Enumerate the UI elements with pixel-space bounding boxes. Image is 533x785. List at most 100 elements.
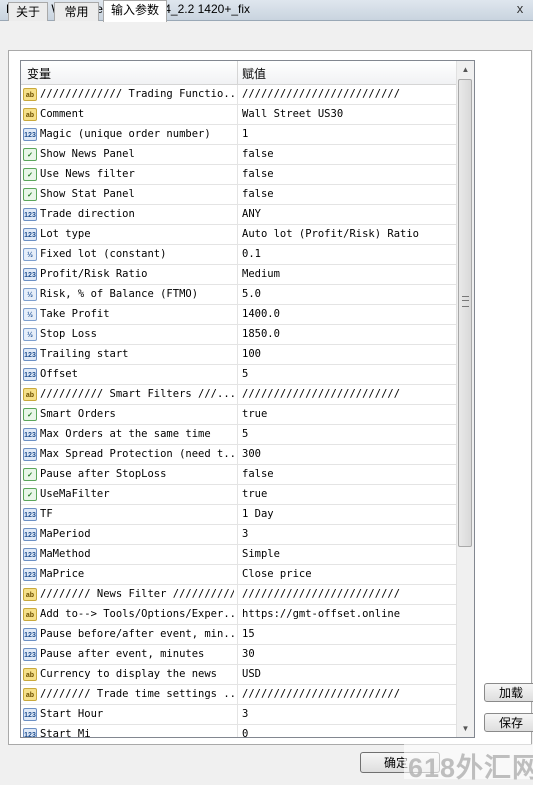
parameter-name: Lot type [40,228,91,240]
parameter-row[interactable]: 123 Max Orders at the same time 5 [21,425,457,445]
tab-inputs[interactable]: 输入参数 [103,0,167,22]
load-button[interactable]: 加载 [484,683,533,702]
parameter-value[interactable]: 5 [242,368,454,380]
scroll-thumb[interactable] [458,79,472,547]
cell-divider [237,345,238,365]
parameter-value[interactable]: Simple [242,548,454,560]
parameter-value[interactable]: Auto lot (Profit/Risk) Ratio [242,228,454,240]
parameter-value[interactable]: 1850.0 [242,328,454,340]
parameter-value[interactable]: 30 [242,648,454,660]
parameter-value[interactable]: true [242,408,454,420]
parameter-value[interactable]: ///////////////////////// [242,688,454,700]
column-header-value[interactable]: 赋值 [242,65,266,82]
parameter-row[interactable]: 123 Start Hour 3 [21,705,457,725]
string-type-icon: ab [23,108,37,121]
parameter-value[interactable]: 1 Day [242,508,454,520]
parameter-value[interactable]: 3 [242,708,454,720]
parameter-row[interactable]: 123 MaPeriod 3 [21,525,457,545]
parameter-value[interactable]: 1400.0 [242,308,454,320]
parameter-value[interactable]: false [242,168,454,180]
parameter-value[interactable]: 1 [242,128,454,140]
parameter-row[interactable]: ✓ Use News filter false [21,165,457,185]
parameter-value[interactable]: 100 [242,348,454,360]
parameter-name: Show Stat Panel [40,188,135,200]
parameter-row[interactable]: 123 Trailing start 100 [21,345,457,365]
parameter-name: Comment [40,108,85,120]
cell-divider [237,545,238,565]
parameter-value[interactable]: false [242,188,454,200]
parameter-value[interactable]: ANY [242,208,454,220]
cell-divider [237,565,238,585]
parameter-row[interactable]: 123 Lot type Auto lot (Profit/Risk) Ratio [21,225,457,245]
parameter-row[interactable]: ab//////// News Filter ////////// ///////… [21,585,457,605]
parameter-row[interactable]: ✓ Show News Panel false [21,145,457,165]
save-button[interactable]: 保存 [484,713,533,732]
parameter-row[interactable]: ✓ Smart Orders true [21,405,457,425]
scroll-down-icon[interactable]: ▼ [457,720,474,737]
parameter-row[interactable]: 123 MaPrice Close price [21,565,457,585]
parameter-row[interactable]: 123 Trade direction ANY [21,205,457,225]
parameter-value[interactable]: 0 [242,728,454,737]
parameter-name: Start Hour [40,708,104,720]
parameter-value[interactable]: 5.0 [242,288,454,300]
parameter-value[interactable]: 3 [242,528,454,540]
parameter-value[interactable]: Medium [242,268,454,280]
parameter-value[interactable]: 15 [242,628,454,640]
string-type-icon: ab [23,588,37,601]
parameter-row[interactable]: ab Add to--> Tools/Options/Exper... https:… [21,605,457,625]
parameter-name: Trailing start [40,348,129,360]
parameter-name: MaPeriod [40,528,91,540]
cell-divider [237,285,238,305]
parameter-value[interactable]: https://gmt-offset.online [242,608,454,620]
parameter-row[interactable]: 123 Pause before/after event, min... 15 [21,625,457,645]
cell-divider [237,705,238,725]
cell-divider [237,145,238,165]
cell-divider [237,165,238,185]
parameter-value[interactable]: 0.1 [242,248,454,260]
parameter-row[interactable]: ab Currency to display the news USD [21,665,457,685]
parameter-row[interactable]: ½ Fixed lot (constant) 0.1 [21,245,457,265]
string-type-icon: ab [23,88,37,101]
parameter-value[interactable]: 5 [242,428,454,440]
parameter-value[interactable]: USD [242,668,454,680]
parameter-row[interactable]: ½ Stop Loss 1850.0 [21,325,457,345]
parameter-row[interactable]: ab///////////// Trading Functio... //////… [21,85,457,105]
column-header-variable[interactable]: 变量 [27,65,51,82]
parameter-row[interactable]: 123 Profit/Risk Ratio Medium [21,265,457,285]
parameter-row[interactable]: ab Comment Wall Street US30 [21,105,457,125]
parameter-value[interactable]: ///////////////////////// [242,388,454,400]
parameter-row[interactable]: 123 Offset 5 [21,365,457,385]
parameter-row[interactable]: ✓ Show Stat Panel false [21,185,457,205]
parameter-row[interactable]: ½ Risk, % of Balance (FTMO) 5.0 [21,285,457,305]
cell-divider [237,405,238,425]
parameter-value[interactable]: ///////////////////////// [242,588,454,600]
parameter-value[interactable]: false [242,468,454,480]
cell-divider [237,645,238,665]
vertical-scrollbar[interactable]: ▲ ▼ [456,61,474,737]
parameter-name: Fixed lot (constant) [40,248,167,260]
parameter-row[interactable]: ab////////// Smart Filters ///... ///////… [21,385,457,405]
parameter-row[interactable]: ½ Take Profit 1400.0 [21,305,457,325]
tab-about[interactable]: 关于 [8,2,48,21]
parameter-value[interactable]: true [242,488,454,500]
column-divider[interactable] [237,61,238,84]
cell-divider [237,425,238,445]
parameter-row[interactable]: ✓ Pause after StopLoss false [21,465,457,485]
parameter-row[interactable]: 123 Max Spread Protection (need t... 300 [21,445,457,465]
tab-common[interactable]: 常用 [54,2,99,21]
scroll-up-icon[interactable]: ▲ [457,61,474,78]
parameter-row[interactable]: 123 MaMethod Simple [21,545,457,565]
parameter-row[interactable]: ab//////// Trade time settings ... //////… [21,685,457,705]
parameter-row[interactable]: 123 TF 1 Day [21,505,457,525]
parameter-row[interactable]: 123 Start Mi 0 [21,725,457,737]
parameter-name: Currency to display the news [40,668,218,680]
close-icon[interactable]: x [513,1,527,17]
parameter-value[interactable]: false [242,148,454,160]
parameter-value[interactable]: Wall Street US30 [242,108,454,120]
parameter-row[interactable]: 123 Pause after event, minutes 30 [21,645,457,665]
parameter-value[interactable]: ///////////////////////// [242,88,454,100]
parameter-row[interactable]: 123 Magic (unique order number) 1 [21,125,457,145]
parameter-value[interactable]: Close price [242,568,454,580]
parameter-row[interactable]: ✓ UseMaFilter true [21,485,457,505]
parameter-value[interactable]: 300 [242,448,454,460]
